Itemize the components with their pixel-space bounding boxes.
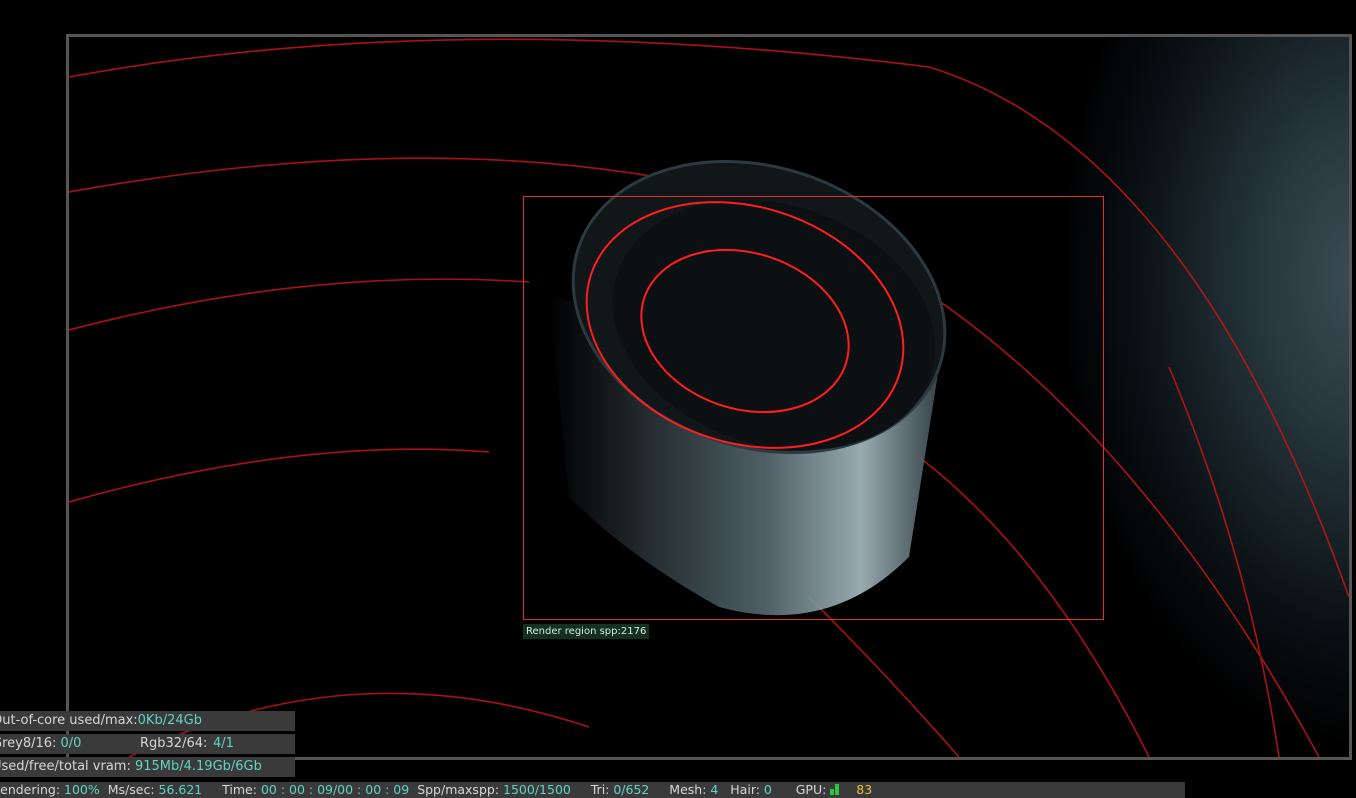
vram-value: 915Mb/4.19Gb/6Gb bbox=[134, 759, 262, 774]
vram-label: Used/free/total vram: bbox=[0, 759, 135, 774]
spp-label: Spp/maxspp: bbox=[417, 782, 504, 797]
render-region-outline[interactable] bbox=[523, 196, 1104, 620]
rendering-label: Rendering: bbox=[0, 782, 61, 797]
gpu-label: GPU: bbox=[795, 782, 827, 797]
time-label: Time: bbox=[222, 782, 261, 797]
grey-value: 0/0 bbox=[60, 736, 82, 751]
gpu-usage-icon bbox=[830, 784, 840, 795]
render-viewport[interactable]: Render region spp:2176 bbox=[66, 34, 1352, 760]
spp-value: 1500/1500 bbox=[503, 782, 571, 797]
mesh-label: Mesh: bbox=[669, 782, 711, 797]
render-status-bar: Rendering: 100% Ms/sec: 56.621 Time: 00 … bbox=[0, 782, 1185, 798]
out-of-core-value: 0Kb/24Gb bbox=[137, 713, 202, 728]
out-of-core-stat: Out-of-core used/max:0Kb/24Gb bbox=[0, 711, 295, 731]
grey-label: Grey8/16: bbox=[0, 736, 57, 751]
gpu-temperature: 83 bbox=[856, 782, 873, 797]
mssec-label: Ms/sec: bbox=[107, 782, 159, 797]
rendering-value: 100% bbox=[64, 782, 100, 797]
mssec-value: 56.621 bbox=[158, 782, 203, 797]
render-region-label: Render region spp:2176 bbox=[523, 624, 650, 639]
out-of-core-label: Out-of-core used/max: bbox=[0, 713, 138, 728]
rgb-label: Rgb32/64: bbox=[140, 736, 208, 751]
texture-count-stat: Grey8/16: 0/0 Rgb32/64: 4/1 bbox=[0, 734, 295, 754]
time-value: 00 : 00 : 09/00 : 00 : 09 bbox=[260, 782, 410, 797]
rgb-value: 4/1 bbox=[213, 736, 234, 751]
hair-value: 0 bbox=[763, 782, 772, 797]
hair-label: Hair: bbox=[730, 782, 764, 797]
tri-label: Tri: bbox=[590, 782, 614, 797]
vram-stat: Used/free/total vram: 915Mb/4.19Gb/6Gb bbox=[0, 757, 295, 777]
tri-value: 0/652 bbox=[613, 782, 650, 797]
